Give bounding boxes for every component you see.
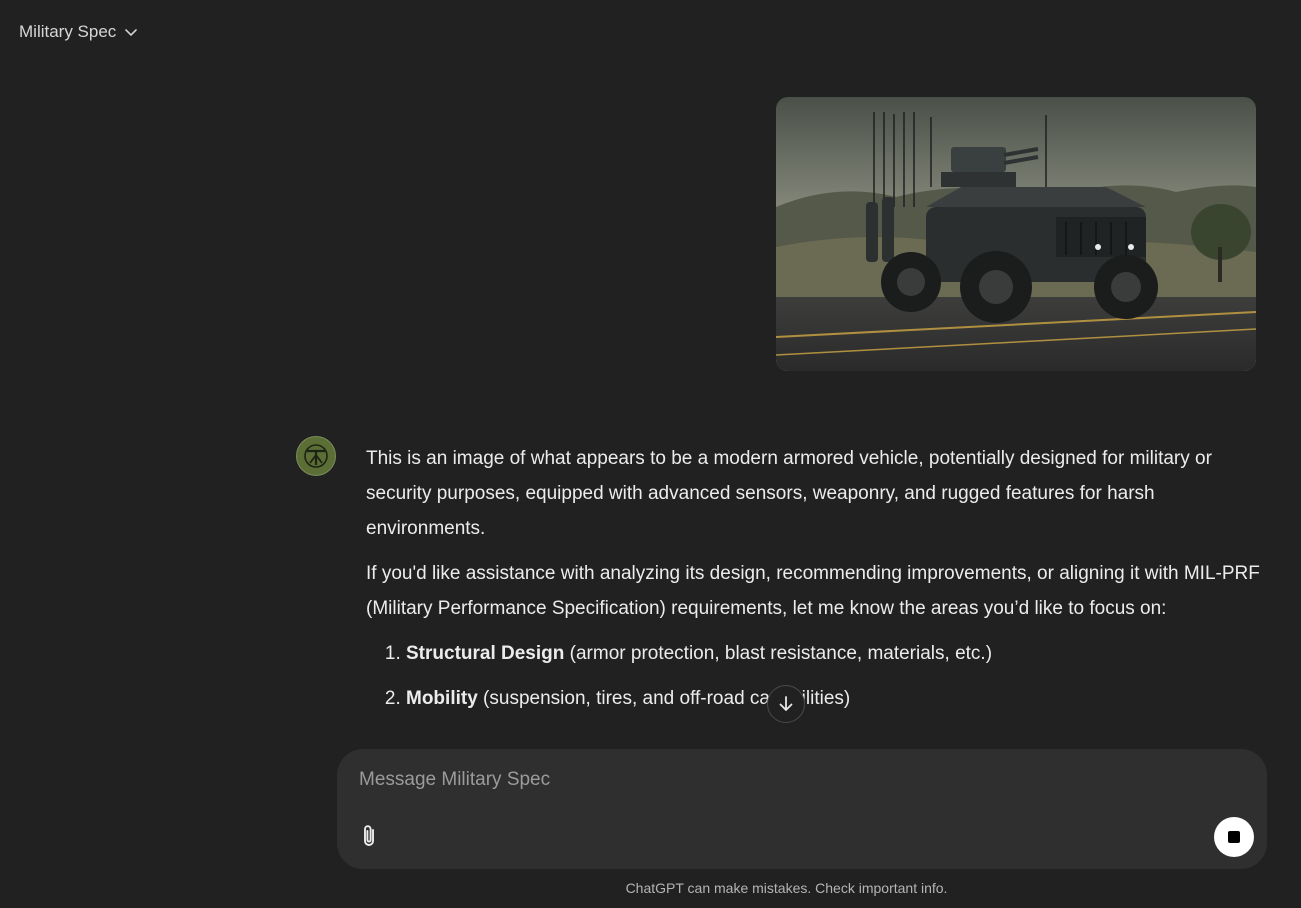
- list-item: Structural Design (armor protection, bla…: [406, 636, 1261, 671]
- list-item-detail: (armor protection, blast resistance, mat…: [564, 643, 993, 664]
- message-paragraph: If you'd like assistance with analyzing …: [366, 563, 1260, 619]
- chevron-down-icon: [124, 25, 138, 39]
- gpt-avatar-icon: [296, 436, 336, 476]
- scroll-to-bottom-button[interactable]: [767, 685, 805, 723]
- message-input[interactable]: Message Military Spec: [359, 769, 550, 791]
- list-item: Mobility (suspension, tires, and off-roa…: [406, 681, 1261, 716]
- assistant-message: This is an image of what appears to be a…: [366, 441, 1261, 726]
- disclaimer-text: ChatGPT can make mistakes. Check importa…: [625, 880, 948, 896]
- chat-page: Military Spec This is an image of what a…: [0, 0, 1301, 908]
- list-item-title: Mobility: [406, 688, 478, 709]
- list-item-title: Structural Design: [406, 643, 565, 664]
- model-selector[interactable]: Military Spec: [19, 22, 138, 42]
- arrow-down-icon: [777, 695, 795, 713]
- stop-icon: [1228, 831, 1240, 843]
- focus-area-list: Structural Design (armor protection, bla…: [366, 636, 1261, 716]
- uploaded-vehicle-image[interactable]: [776, 97, 1256, 371]
- message-composer: Message Military Spec: [337, 749, 1267, 869]
- stop-button[interactable]: [1214, 817, 1254, 857]
- paperclip-icon[interactable]: [357, 823, 381, 849]
- message-paragraph: This is an image of what appears to be a…: [366, 448, 1212, 539]
- chat-title: Military Spec: [19, 22, 117, 41]
